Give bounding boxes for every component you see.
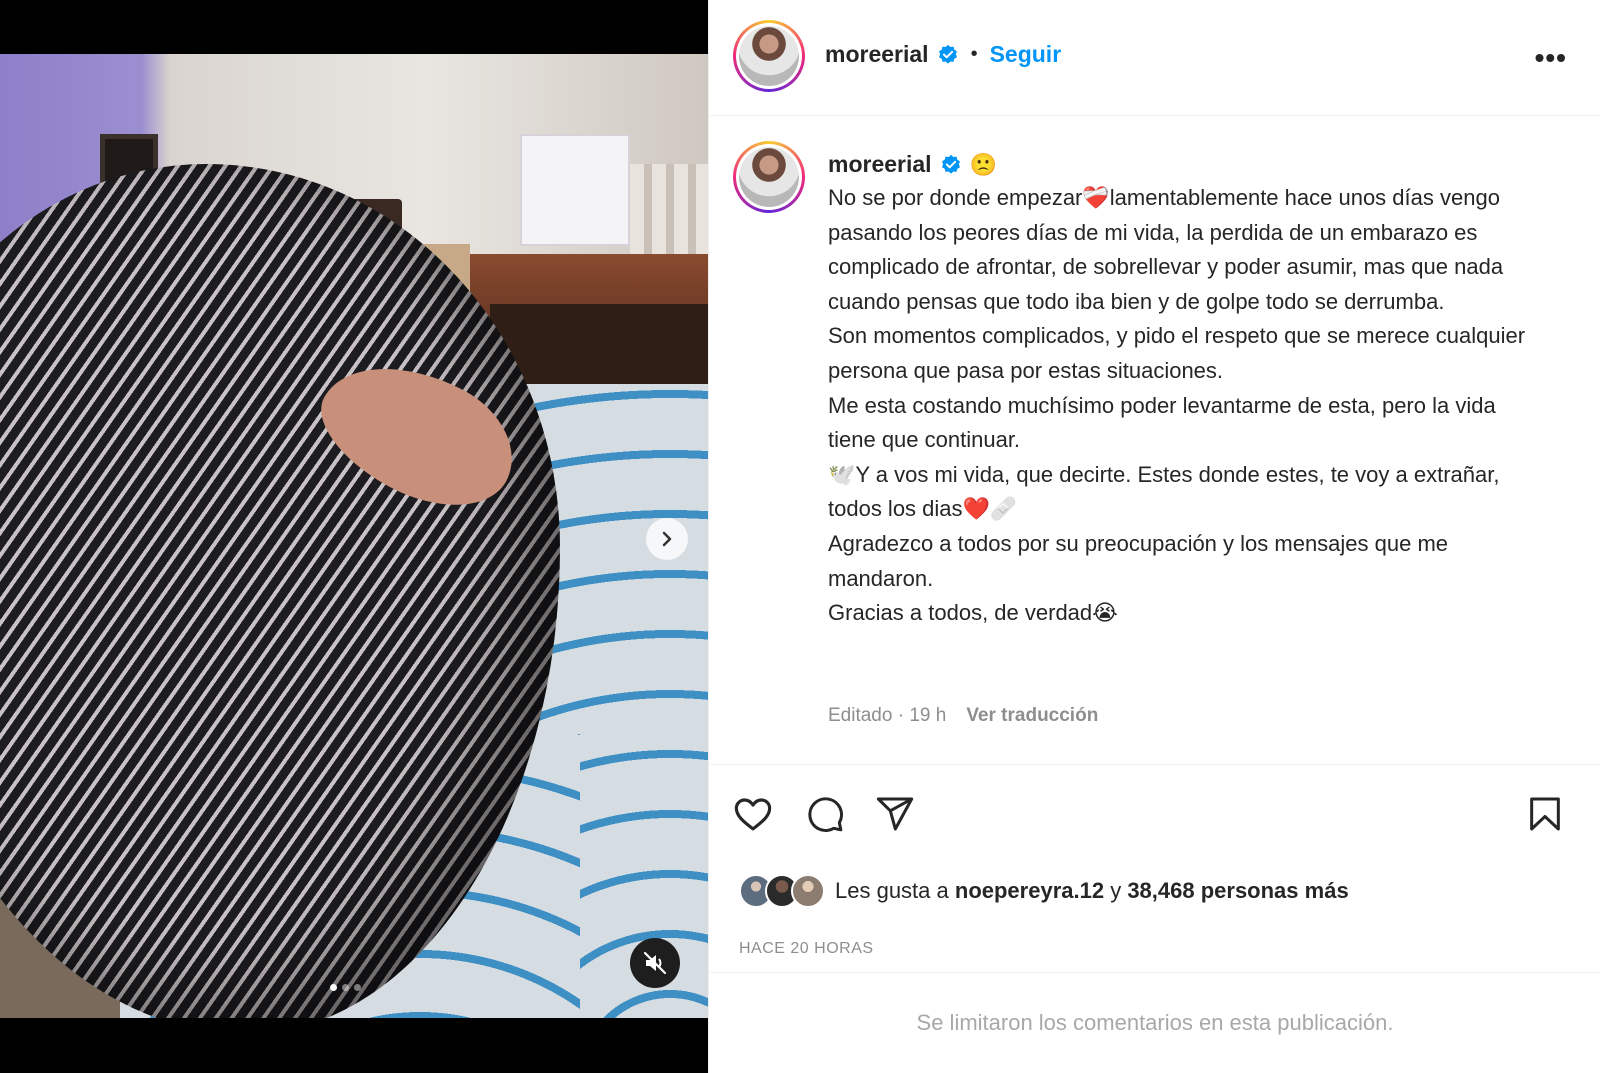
caption-text: No se por donde empezar❤️‍🩹lamentablemen…	[828, 185, 1526, 626]
caption-meta: Editado · 19 h Ver traducción	[828, 705, 1098, 727]
carousel-indicator	[330, 984, 361, 991]
likes-count-link[interactable]: 38,468 personas más	[1127, 878, 1348, 903]
verified-badge-icon	[941, 154, 960, 174]
muted-speaker-icon	[643, 951, 667, 975]
paper-plane-icon	[876, 797, 914, 831]
comments-limited-notice: Se limitaron los comentarios en esta pub…	[709, 972, 1600, 1073]
avatar-image	[739, 147, 799, 207]
more-options-button[interactable]: •••	[1535, 42, 1567, 74]
likes-prefix: Les gusta a	[835, 878, 955, 903]
post-details-pane: moreerial • Seguir ••• moreerial 🙁 No se…	[708, 0, 1600, 1073]
follow-button[interactable]: Seguir	[990, 41, 1062, 68]
see-translation-link[interactable]: Ver traducción	[966, 705, 1098, 727]
comment-button[interactable]	[801, 790, 849, 838]
liker-username-link[interactable]: noepereyra.12	[955, 878, 1104, 903]
caption-section: moreerial 🙁 No se por donde empezar❤️‍🩹l…	[709, 117, 1600, 765]
carousel-dot	[342, 984, 349, 991]
likes-middle: y	[1104, 878, 1128, 903]
avatar-image	[739, 26, 799, 86]
separator-dot: •	[970, 43, 978, 65]
caption-avatar[interactable]	[733, 141, 805, 213]
bookmark-icon	[1530, 797, 1560, 831]
heart-icon	[734, 798, 772, 831]
chevron-right-icon	[662, 531, 672, 547]
caption-user-info: moreerial 🙁	[828, 151, 997, 178]
username-link[interactable]: moreerial	[825, 41, 929, 68]
carousel-next-button[interactable]	[646, 518, 688, 560]
save-button[interactable]	[1521, 790, 1569, 838]
post-time-ago[interactable]: HACE 20 HORAS	[739, 940, 874, 958]
post-media[interactable]	[0, 0, 708, 1073]
carousel-dot	[354, 984, 361, 991]
verified-badge-icon	[938, 44, 957, 64]
likes-text: Les gusta a noepereyra.12 y 38,468 perso…	[835, 878, 1349, 904]
status-emoji: 🙁	[969, 151, 997, 177]
caption-username-link[interactable]: moreerial	[828, 151, 932, 178]
header-user-info: moreerial • Seguir	[825, 41, 1061, 68]
post-photo	[0, 54, 708, 1018]
like-button[interactable]	[729, 790, 777, 838]
edited-timestamp: Editado · 19 h	[828, 705, 947, 726]
post-header: moreerial • Seguir •••	[709, 0, 1600, 116]
comment-bubble-icon	[808, 797, 843, 832]
action-bar	[709, 790, 1600, 840]
liker-avatar[interactable]	[791, 874, 825, 908]
share-button[interactable]	[871, 790, 919, 838]
photo-bottles-object	[630, 164, 708, 264]
likes-summary: Les gusta a noepereyra.12 y 38,468 perso…	[739, 874, 1349, 908]
carousel-dot	[330, 984, 337, 991]
photo-card-object	[520, 134, 630, 246]
mute-toggle-button[interactable]	[630, 938, 680, 988]
avatar[interactable]	[733, 20, 805, 92]
